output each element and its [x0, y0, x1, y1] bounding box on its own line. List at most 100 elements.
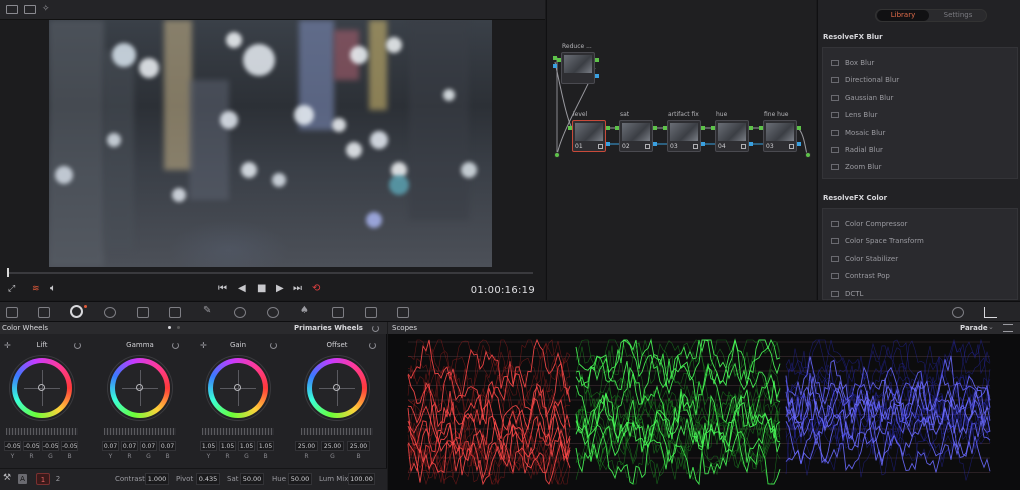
- node-key-port[interactable]: [797, 142, 801, 146]
- input-node-port[interactable]: [554, 152, 560, 158]
- node-input-port[interactable]: [759, 126, 763, 130]
- wheels-mode-select[interactable]: Primaries Wheels: [294, 324, 363, 332]
- wheel-value-field[interactable]: -0.05: [23, 441, 40, 451]
- sat-field[interactable]: 50.00: [240, 473, 264, 485]
- output-node-port[interactable]: [805, 152, 811, 158]
- node-input-port[interactable]: [663, 126, 667, 130]
- viewer-image[interactable]: [49, 20, 492, 267]
- pivot-field[interactable]: 0.435: [196, 473, 220, 485]
- node-key-port[interactable]: [606, 142, 610, 146]
- color-match-icon[interactable]: [38, 307, 50, 318]
- wheel-reset-icon[interactable]: [270, 342, 277, 349]
- wheel-value-field[interactable]: 0.07: [140, 441, 157, 451]
- chevron-down-icon[interactable]: ⌄: [988, 323, 994, 331]
- wheel-value-field[interactable]: 1.05: [257, 441, 274, 451]
- corrector-node[interactable]: 02: [619, 120, 653, 152]
- wheel-value-field[interactable]: 1.05: [200, 441, 217, 451]
- step-back-icon[interactable]: ◀: [238, 283, 246, 295]
- effect-item[interactable]: Color Compressor: [831, 220, 907, 228]
- qualifier-icon[interactable]: ✎: [203, 305, 215, 316]
- tracker-icon[interactable]: [267, 307, 279, 318]
- node-output-port[interactable]: [749, 126, 753, 130]
- node-key-port[interactable]: [749, 142, 753, 146]
- effect-item[interactable]: Box Blur: [831, 59, 874, 67]
- reset-all-icon[interactable]: [372, 325, 379, 332]
- master-wheel-jog[interactable]: [301, 428, 373, 435]
- node-key-port[interactable]: [595, 74, 599, 78]
- 3d-icon[interactable]: [397, 307, 409, 318]
- node-input-port[interactable]: [557, 58, 561, 62]
- wheel-value-field[interactable]: 0.07: [121, 441, 138, 451]
- effect-item[interactable]: DCTL: [831, 290, 863, 298]
- effect-item[interactable]: Mosaic Blur: [831, 129, 885, 137]
- wheel-puck[interactable]: [333, 384, 340, 391]
- effect-item[interactable]: Zoom Blur: [831, 163, 881, 171]
- hue-field[interactable]: 50.00: [288, 473, 312, 485]
- scope-menu-icon[interactable]: [1003, 324, 1013, 332]
- waveform-icon[interactable]: [984, 307, 997, 318]
- wheel-reset-icon[interactable]: [74, 342, 81, 349]
- wheel-value-field[interactable]: 25.00: [321, 441, 344, 451]
- node-input-port[interactable]: [615, 126, 619, 130]
- effect-item[interactable]: Color Stabilizer: [831, 255, 898, 263]
- wheel-value-field[interactable]: -0.05: [42, 441, 59, 451]
- key-icon[interactable]: [332, 307, 344, 318]
- tab-settings[interactable]: Settings: [932, 10, 984, 21]
- page-2-button[interactable]: 2: [51, 473, 65, 485]
- tab-library[interactable]: Library: [877, 10, 929, 21]
- master-wheel-jog[interactable]: [104, 428, 176, 435]
- wheel-value-field[interactable]: 0.07: [102, 441, 119, 451]
- master-wheel-jog[interactable]: [6, 428, 78, 435]
- node-input-port[interactable]: [568, 126, 572, 130]
- wheel-puck[interactable]: [38, 384, 45, 391]
- effect-item[interactable]: Contrast Pop: [831, 272, 890, 280]
- rgb-mixer-icon[interactable]: [137, 307, 149, 318]
- node-output-port[interactable]: [701, 126, 705, 130]
- hdr-wheels-icon[interactable]: [104, 307, 116, 318]
- layout-icon[interactable]: [6, 5, 18, 14]
- magic-wand-icon[interactable]: ✧: [42, 4, 50, 14]
- node-output-port[interactable]: [606, 126, 610, 130]
- picker-crosshair-icon[interactable]: ✛: [200, 341, 207, 350]
- wheel-value-field[interactable]: -0.05: [4, 441, 21, 451]
- corrector-node[interactable]: 01: [572, 120, 606, 152]
- corrector-node[interactable]: 04: [715, 120, 749, 152]
- wheel-value-field[interactable]: -0.05: [61, 441, 78, 451]
- playhead[interactable]: [7, 268, 9, 277]
- picker-crosshair-icon[interactable]: ✛: [4, 341, 11, 350]
- source-alpha-port[interactable]: [553, 64, 557, 68]
- contrast-field[interactable]: 1.000: [145, 473, 169, 485]
- node-key-port[interactable]: [653, 142, 657, 146]
- master-wheel-jog[interactable]: [202, 428, 274, 435]
- auto-balance-icon[interactable]: ⚒: [3, 473, 11, 483]
- go-to-start-icon[interactable]: ⏮︎: [218, 283, 227, 295]
- camera-raw-icon[interactable]: [6, 307, 18, 318]
- go-to-end-icon[interactable]: ⏭︎: [293, 283, 302, 295]
- window-icon[interactable]: [234, 307, 246, 318]
- wheel-value-field[interactable]: 1.05: [238, 441, 255, 451]
- highlight-icon[interactable]: ≋: [32, 283, 40, 295]
- a-mode-button[interactable]: A: [18, 474, 27, 484]
- wheel-reset-icon[interactable]: [172, 342, 179, 349]
- node-editor[interactable]: Reduce ... level 01 sat 02 artifact fix 03 hue 0…: [546, 0, 816, 300]
- scope-mode-select[interactable]: Parade: [960, 324, 988, 332]
- scopes-toggle-icon[interactable]: [952, 307, 964, 318]
- page-1-button[interactable]: 1: [36, 473, 50, 485]
- node-output-port[interactable]: [595, 58, 599, 62]
- lum-mix-field[interactable]: 100.00: [348, 473, 375, 485]
- wheel-reset-icon[interactable]: [369, 342, 376, 349]
- volume-icon[interactable]: 🔈︎: [50, 283, 56, 295]
- page-dot-active[interactable]: [168, 326, 171, 329]
- effect-item[interactable]: Radial Blur: [831, 146, 883, 154]
- loop-icon[interactable]: ⟲: [312, 283, 320, 295]
- corrector-node[interactable]: 03: [667, 120, 701, 152]
- corrector-node[interactable]: 03: [763, 120, 797, 152]
- image-wipe-icon[interactable]: [24, 5, 36, 14]
- blur-tool-icon[interactable]: ♠: [300, 305, 312, 316]
- effect-item[interactable]: Directional Blur: [831, 76, 899, 84]
- source-port[interactable]: [553, 56, 557, 60]
- corrector-node[interactable]: [561, 52, 595, 84]
- effect-item[interactable]: Color Space Transform: [831, 237, 924, 245]
- color-wheels-icon[interactable]: [70, 305, 83, 318]
- wheel-value-field[interactable]: 0.07: [159, 441, 176, 451]
